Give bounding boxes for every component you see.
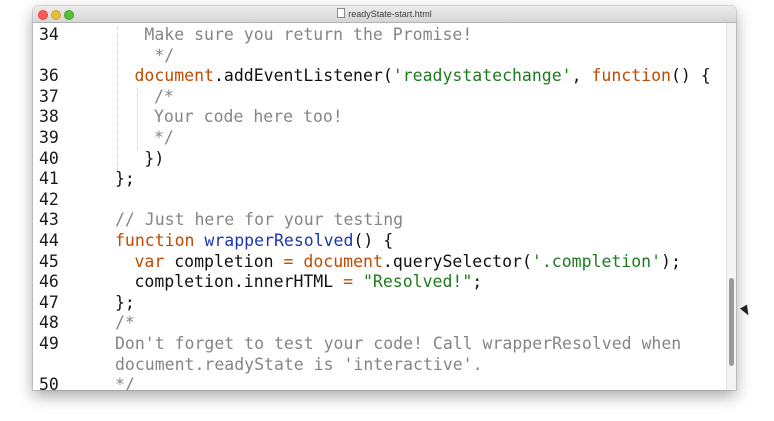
code-token: );	[661, 251, 681, 271]
line-number: 45	[39, 251, 59, 271]
line-number: 41	[39, 169, 59, 189]
indent-guide	[117, 27, 118, 172]
code-text: */	[134, 45, 175, 66]
code-token: Your code here too!	[154, 107, 343, 127]
code-token: */	[154, 128, 174, 147]
vertical-scrollbar[interactable]	[726, 23, 736, 390]
code-token: Don't forget to test your code! Call wra…	[115, 334, 682, 353]
code-line: 42	[33, 189, 736, 210]
code-token: // Just here for your testing	[115, 210, 404, 230]
code-token: */	[134, 45, 175, 65]
line-number: 46	[39, 272, 59, 292]
code-text: // Just here for your testing	[115, 209, 403, 230]
line-number: 42	[39, 189, 59, 209]
line-number: 47	[39, 292, 59, 312]
line-number: 34	[39, 25, 59, 44]
code-text: Your code here too!	[154, 106, 343, 127]
line-number: 40	[39, 148, 59, 168]
code-line: 41};	[33, 168, 736, 189]
code-token: =	[343, 272, 354, 292]
code-token: wrapperResolved	[204, 231, 354, 250]
code-text: Make sure you return the Promise!	[134, 24, 473, 45]
line-number: 48	[39, 313, 59, 333]
mouse-pointer-icon	[740, 304, 752, 318]
code-line: 48 /*	[33, 312, 736, 333]
code-line: 47};	[33, 292, 736, 313]
code-token: ;	[472, 272, 483, 292]
code-text: /*	[115, 312, 135, 333]
code-token: function	[115, 231, 195, 250]
code-token: };	[115, 292, 135, 312]
code-line: 46 completion.innerHTML = "Resolved!";	[33, 271, 736, 292]
scrollbar-thumb[interactable]	[729, 278, 734, 366]
document-icon	[337, 8, 346, 18]
code-text: document.addEventListener('readystatecha…	[135, 65, 711, 86]
code-token: document.readyState is 'interactive'.	[115, 354, 483, 374]
code-token: 'readystatechange'	[392, 66, 572, 86]
code-token: document	[134, 66, 214, 86]
code-text: */	[154, 127, 174, 148]
code-line: 50 */	[33, 374, 736, 390]
code-token: /*	[115, 313, 135, 333]
code-token: () {	[353, 231, 394, 250]
code-line: 38 Your code here too!	[33, 106, 736, 127]
window-title: readyState-start.html	[348, 9, 432, 19]
line-number: 38	[39, 107, 59, 127]
code-token: })	[134, 148, 165, 168]
code-text: };	[115, 168, 135, 189]
code-text: };	[115, 292, 135, 313]
code-token: completion.innerHTML	[134, 272, 344, 292]
code-line: 36 document.addEventListener('readystatec…	[33, 65, 736, 86]
code-token: '.completion'	[531, 251, 662, 271]
code-token: document	[303, 251, 383, 271]
code-token: Make sure you return the Promise!	[134, 25, 473, 44]
code-editor[interactable]: 34 Make sure you return the Promise! */3…	[33, 23, 736, 390]
code-line: 39 */	[33, 127, 736, 148]
line-number: 39	[39, 128, 59, 147]
line-number: 44	[39, 231, 59, 250]
code-line: */	[33, 45, 736, 66]
code-line: 49 Don't forget to test your code! Call w…	[33, 333, 736, 354]
line-number: 50	[39, 375, 59, 390]
code-token: .querySelector(	[382, 251, 532, 271]
code-token: };	[115, 169, 135, 189]
code-line: 44 function wrapperResolved() {	[33, 230, 736, 251]
code-token: .addEventListener(	[213, 66, 393, 86]
code-text: */	[115, 374, 135, 390]
code-token: ,	[571, 66, 592, 86]
line-number: 37	[39, 86, 59, 106]
code-token: completion	[164, 251, 284, 271]
code-text: /*	[154, 86, 174, 107]
code-text: Don't forget to test your code! Call wra…	[115, 333, 681, 354]
code-text: document.readyState is 'interactive'.	[115, 354, 483, 375]
code-token: function	[591, 66, 671, 86]
editor-window: readyState-start.html 34 Make sure you r…	[33, 6, 736, 390]
code-token: "Resolved!"	[363, 272, 473, 292]
code-token: */	[115, 375, 135, 390]
code-text: completion.innerHTML = "Resolved!";	[135, 271, 483, 292]
code-token: =	[283, 251, 294, 271]
code-line: 37 /*	[33, 86, 736, 107]
code-line: 45 var completion = document.querySelecto…	[33, 251, 736, 272]
code-line: document.readyState is 'interactive'.	[33, 354, 736, 375]
code-line: 34 Make sure you return the Promise!	[33, 24, 736, 45]
indent-guide	[136, 87, 138, 150]
code-text: var completion = document.querySelector(…	[135, 251, 681, 272]
line-number: 36	[39, 66, 59, 86]
code-token: () {	[670, 66, 711, 86]
code-line: 40 })	[33, 148, 736, 169]
code-token: var	[134, 251, 165, 271]
code-text: function wrapperResolved() {	[115, 230, 393, 251]
code-text: })	[134, 148, 165, 169]
code-line: 43 // Just here for your testing	[33, 209, 736, 230]
window-title-container: readyState-start.html	[33, 8, 736, 19]
line-number: 49	[39, 334, 59, 353]
line-number: 43	[39, 210, 59, 230]
title-bar: readyState-start.html	[33, 6, 736, 23]
code-token: /*	[154, 86, 174, 106]
